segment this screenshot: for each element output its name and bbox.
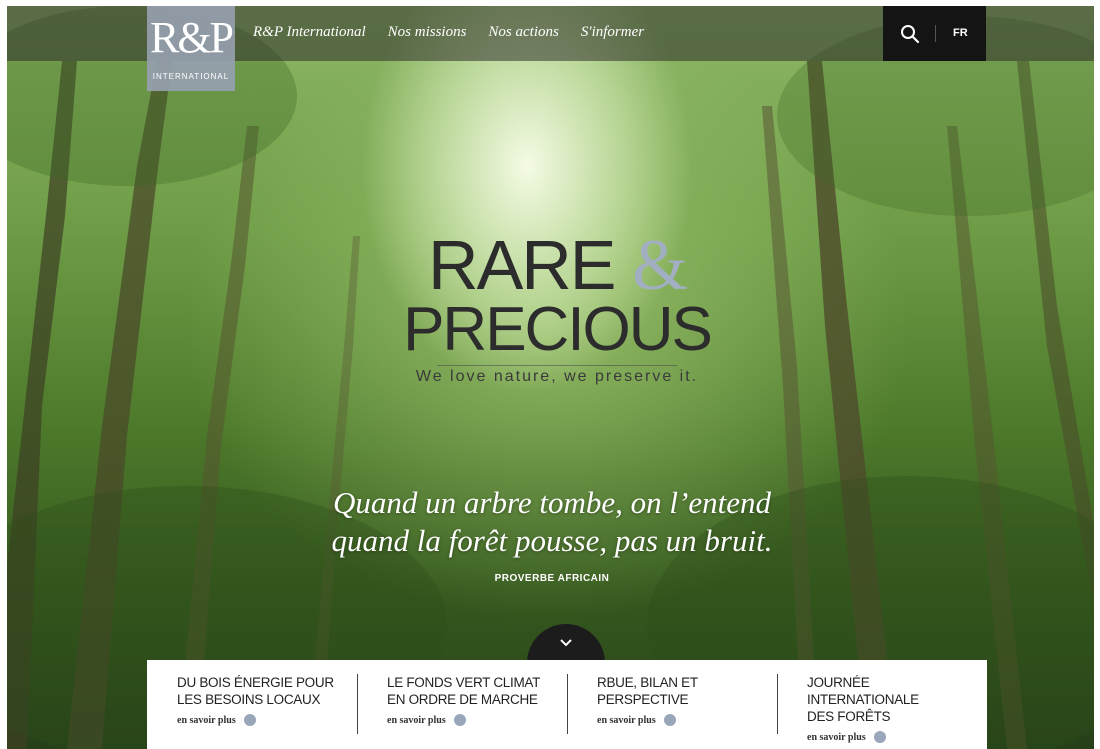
quote-author: PROVERBE AFRICAIN — [494, 573, 610, 584]
hero-divider — [437, 365, 677, 366]
hero-title-precious: PRECIOUS — [403, 295, 713, 364]
arrow-circle-icon — [243, 714, 256, 726]
nav-tools: FR — [883, 6, 986, 61]
news-title-line: PERSPECTIVE — [597, 692, 689, 707]
news-title-line: LES BESOINS LOCAUX — [177, 692, 321, 707]
hero-title-line1: RARE & — [387, 229, 727, 301]
news-title-line: LE FONDS VERT CLIMAT — [387, 675, 541, 690]
logo-subtitle: INTERNATIONAL — [152, 72, 230, 81]
news-title: JOURNÉE INTERNATIONALE DES FORÊTS — [807, 674, 977, 725]
read-more-link[interactable]: en savoir plus — [177, 714, 357, 726]
news-title: DU BOIS ÉNERGIE POUR LES BESOINS LOCAUX — [177, 674, 347, 708]
nav-link-nos-missions[interactable]: Nos missions — [388, 24, 467, 41]
logo-mark: R&P — [149, 13, 234, 62]
arrow-circle-icon — [873, 731, 886, 743]
nav-link-rp-international[interactable]: R&P International — [253, 24, 366, 41]
news-title-line: RBUE, BILAN ET — [597, 675, 698, 690]
nav-divider — [935, 25, 936, 42]
hero-title-ampersand: & — [631, 225, 688, 305]
read-more-label: en savoir plus — [177, 714, 236, 726]
arrow-circle-icon — [453, 714, 466, 726]
hero-heading: RARE & PRECIOUS We love nature, we prese… — [387, 229, 727, 386]
hero-tagline: We love nature, we preserve it. — [415, 368, 699, 385]
read-more-link[interactable]: en savoir plus — [597, 714, 777, 726]
main-menu: R&P International Nos missions Nos actio… — [253, 24, 644, 41]
quote-line-1: Quand un arbre tombe, on l’entend — [333, 485, 771, 520]
news-title: RBUE, BILAN ET PERSPECTIVE — [597, 674, 767, 708]
nav-link-nos-actions[interactable]: Nos actions — [488, 24, 558, 41]
news-card[interactable]: DU BOIS ÉNERGIE POUR LES BESOINS LOCAUX … — [147, 660, 357, 749]
news-card[interactable]: JOURNÉE INTERNATIONALE DES FORÊTS en sav… — [777, 660, 987, 749]
news-title-line: DU BOIS ÉNERGIE POUR — [177, 675, 334, 690]
hero-quote: Quand un arbre tombe, on l’entend quand … — [247, 484, 857, 560]
page: R&P International Nos missions Nos actio… — [7, 6, 1094, 749]
read-more-link[interactable]: en savoir plus — [387, 714, 567, 726]
read-more-label: en savoir plus — [387, 714, 446, 726]
read-more-link[interactable]: en savoir plus — [807, 731, 987, 743]
news-title-line: EN ORDRE DE MARCHE — [387, 692, 538, 707]
read-more-label: en savoir plus — [807, 731, 866, 743]
news-card[interactable]: LE FONDS VERT CLIMAT EN ORDRE DE MARCHE … — [357, 660, 567, 749]
search-icon[interactable] — [900, 24, 920, 44]
arrow-circle-icon — [663, 714, 676, 726]
news-title-line: JOURNÉE INTERNATIONALE — [807, 675, 919, 707]
read-more-label: en savoir plus — [597, 714, 656, 726]
hero-title-rare: RARE — [428, 226, 616, 304]
chevron-down-icon — [560, 639, 572, 647]
nav-link-s-informer[interactable]: S'informer — [581, 24, 644, 41]
news-card[interactable]: RBUE, BILAN ET PERSPECTIVE en savoir plu… — [567, 660, 777, 749]
site-logo[interactable]: R&P INTERNATIONAL — [147, 6, 235, 91]
news-strip: DU BOIS ÉNERGIE POUR LES BESOINS LOCAUX … — [147, 660, 987, 749]
news-title: LE FONDS VERT CLIMAT EN ORDRE DE MARCHE — [387, 674, 557, 708]
news-title-line: DES FORÊTS — [807, 709, 891, 724]
language-switch[interactable]: FR — [953, 27, 968, 39]
quote-line-2: quand la forêt pousse, pas un bruit. — [331, 523, 773, 558]
